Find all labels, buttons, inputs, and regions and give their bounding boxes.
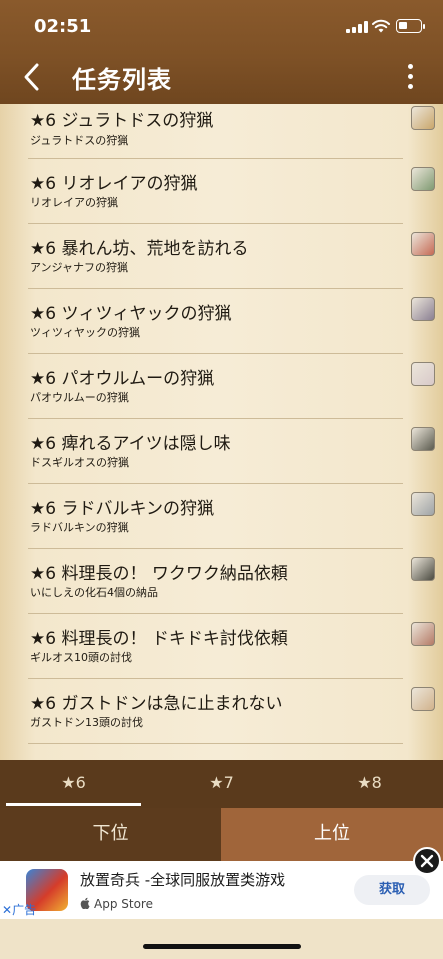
monster-icon	[411, 232, 435, 256]
ad-get-button[interactable]: 获取	[354, 875, 430, 905]
quest-name: ★6 ガストドンは急に止まれない	[30, 694, 283, 714]
monster-icon	[411, 492, 435, 516]
monster-icon	[411, 167, 435, 191]
quest-target: ジュラトドスの狩猟	[30, 134, 129, 147]
app-header: 02:51 任务列表	[0, 0, 443, 104]
quest-target: リオレイアの狩猟	[30, 196, 118, 209]
home-indicator[interactable]	[143, 944, 301, 949]
tab-star-7[interactable]: ★7	[148, 760, 295, 808]
monster-icon	[411, 297, 435, 321]
quest-row[interactable]: ★6 痺れるアイツは隠し味 ドスギルオスの狩猟	[28, 419, 435, 484]
quest-target: アンジャナフの狩猟	[30, 261, 129, 274]
quest-row[interactable]: ★6 暴れん坊、荒地を訪れる アンジャナフの狩猟	[28, 224, 435, 289]
quest-target: ギルオス10頭の討伐	[30, 651, 132, 664]
quest-target: ラドバルキンの狩猟	[30, 521, 129, 534]
monster-icon	[411, 106, 435, 130]
tab-high-rank[interactable]: 上位	[221, 808, 443, 861]
quest-name: ★6 リオレイアの狩猟	[30, 174, 198, 194]
star-rank-tabs: ★6 ★7 ★8	[0, 760, 443, 808]
quest-name: ★6 暴れん坊、荒地を訪れる	[30, 239, 249, 259]
quest-name: ★6 ツィツィヤックの狩猟	[30, 304, 232, 324]
battery-icon	[396, 19, 425, 33]
status-bar: 02:51	[0, 0, 443, 52]
quest-name: ★6 パオウルムーの狩猟	[30, 369, 215, 389]
tab-star-8[interactable]: ★8	[296, 760, 443, 808]
monster-icon	[411, 687, 435, 711]
ad-label-text: 广告	[12, 903, 37, 917]
ad-banner[interactable]: 放置奇兵 -全球同服放置类游戏 App Store 获取 ✕广告	[0, 861, 443, 919]
cellular-signal-icon	[346, 21, 368, 33]
quest-name: ★6 ジュラトドスの狩猟	[30, 111, 214, 131]
quest-row[interactable]: ★6 ラドバルキンの狩猟 ラドバルキンの狩猟	[28, 484, 435, 549]
ad-title: 放置奇兵 -全球同服放置类游戏	[80, 871, 286, 889]
quest-row[interactable]: ★6 ガストドンは急に止まれない ガストドン13頭の討伐	[28, 679, 435, 744]
quest-row[interactable]: ★6 パオウルムーの狩猟 パオウルムーの狩猟	[28, 354, 435, 419]
tab-star-6[interactable]: ★6	[0, 760, 147, 808]
bottom-safe-area	[0, 919, 443, 959]
quest-row[interactable]: ★6 料理長の！ ワクワク納品依頼 いにしえの化石4個の納品	[28, 549, 435, 614]
monster-icon	[411, 557, 435, 581]
quest-row[interactable]: ★6 ジュラトドスの狩猟 ジュラトドスの狩猟	[28, 104, 435, 159]
chevron-left-icon	[24, 63, 39, 91]
ad-close-button[interactable]	[413, 847, 441, 875]
quest-name: ★6 ラドバルキンの狩猟	[30, 499, 214, 519]
quest-target: ドスギルオスの狩猟	[30, 456, 129, 469]
quest-target: いにしえの化石4個の納品	[30, 586, 158, 599]
ad-label[interactable]: ✕广告	[2, 901, 36, 918]
quest-name: ★6 料理長の！ ドキドキ討伐依頼	[30, 629, 288, 649]
back-button[interactable]	[18, 60, 46, 94]
quest-row[interactable]: ★6 料理長の！ ドキドキ討伐依頼 ギルオス10頭の討伐	[28, 614, 435, 679]
ad-store: App Store	[80, 897, 153, 911]
quest-target: ツィツィヤックの狩猟	[30, 326, 140, 339]
monster-icon	[411, 362, 435, 386]
wifi-icon	[372, 19, 390, 33]
quest-target: パオウルムーの狩猟	[30, 391, 129, 404]
page-title: 任务列表	[72, 66, 172, 94]
quest-row[interactable]: ★6 ツィツィヤックの狩猟 ツィツィヤックの狩猟	[28, 289, 435, 354]
close-x-icon: ✕	[2, 903, 13, 917]
quest-row[interactable]: ★6 リオレイアの狩猟 リオレイアの狩猟	[28, 159, 435, 224]
quest-name: ★6 料理長の！ ワクワク納品依頼	[30, 564, 288, 584]
tab-low-rank[interactable]: 下位	[0, 808, 221, 861]
close-icon	[420, 854, 434, 868]
quest-name: ★6 痺れるアイツは隠し味	[30, 434, 231, 454]
quest-list: ★6 ジュラトドスの狩猟 ジュラトドスの狩猟 ★6 リオレイアの狩猟 リオレイア…	[0, 104, 443, 760]
ad-store-label: App Store	[94, 897, 153, 911]
more-options-button[interactable]	[400, 62, 420, 92]
apple-icon	[80, 897, 90, 909]
rank-tabs: 下位 上位	[0, 808, 443, 861]
quest-target: ガストドン13頭の討伐	[30, 716, 143, 729]
monster-icon	[411, 427, 435, 451]
monster-icon	[411, 622, 435, 646]
status-time: 02:51	[34, 16, 92, 37]
